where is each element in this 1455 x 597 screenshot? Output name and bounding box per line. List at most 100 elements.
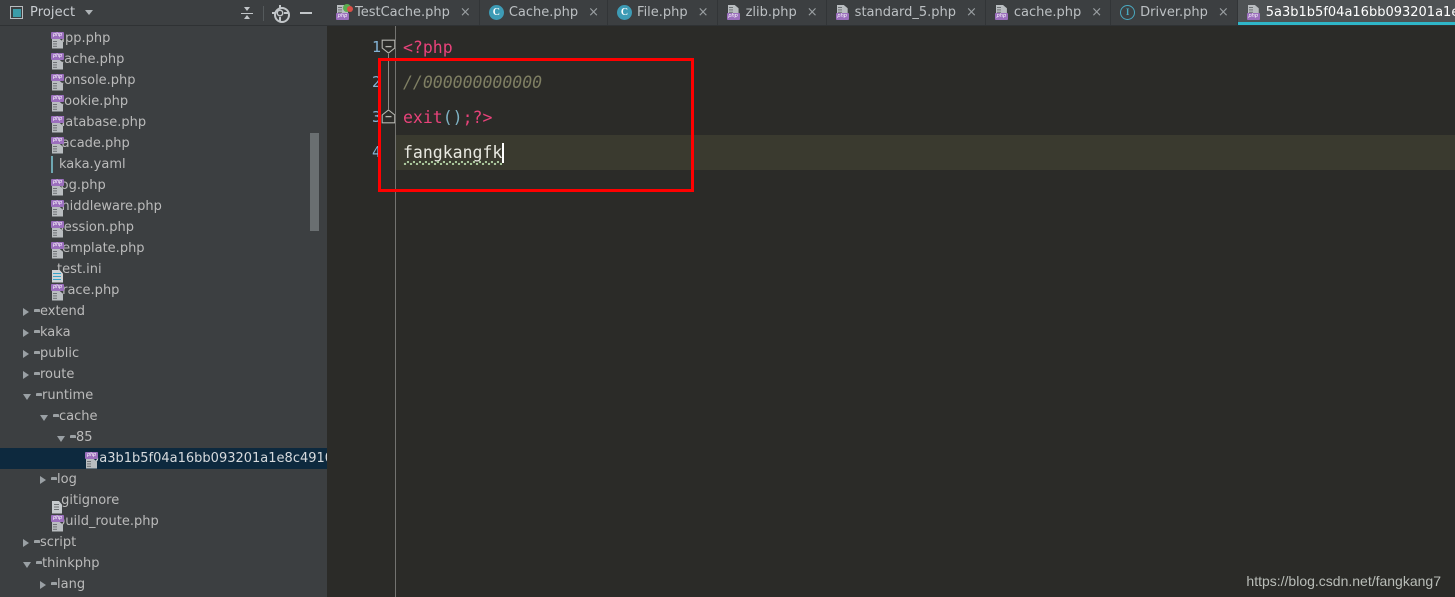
watermark-text: https://blog.csdn.net/fangkang7 bbox=[1246, 573, 1441, 589]
code-line[interactable]: //000000000000 bbox=[395, 65, 1455, 100]
php-class-icon: C bbox=[617, 5, 633, 20]
tree-item-label: middleware.php bbox=[57, 199, 162, 214]
editor-tab[interactable]: C Cache.php × bbox=[480, 0, 609, 25]
yaml-file-icon bbox=[51, 156, 53, 173]
tree-item-label: 5a3b1b5f04a16bb093201a1e8c4910. bbox=[91, 451, 327, 466]
tree-item-label: session.php bbox=[57, 220, 134, 235]
code-content-area[interactable]: <?php //000000000000 exit() ;?> fangkangfk bbox=[395, 26, 1455, 597]
tree-item-label: thinkphp bbox=[42, 556, 100, 571]
fold-start-icon[interactable] bbox=[381, 39, 396, 54]
close-icon[interactable]: × bbox=[460, 6, 471, 19]
gear-icon bbox=[272, 5, 290, 23]
chevron-right-icon[interactable] bbox=[23, 370, 29, 379]
chevron-down-icon[interactable] bbox=[40, 414, 48, 421]
php-file-icon: php bbox=[1246, 5, 1261, 20]
tree-row[interactable]: public bbox=[0, 343, 327, 364]
tree-item-label: cache bbox=[59, 409, 98, 424]
tree-row[interactable]: php facade.php bbox=[0, 133, 327, 154]
project-panel-scrollbar[interactable] bbox=[310, 133, 319, 231]
tree-row[interactable]: .gitignore bbox=[0, 490, 327, 514]
editor-tab[interactable]: C File.php × bbox=[608, 0, 718, 25]
chevron-right-icon[interactable] bbox=[23, 538, 29, 547]
close-icon[interactable]: × bbox=[1218, 6, 1229, 19]
collapse-all-button[interactable] bbox=[234, 0, 260, 26]
tree-item-label: kaka bbox=[40, 325, 71, 340]
settings-button[interactable] bbox=[267, 0, 293, 26]
code-line[interactable]: exit() ;?> bbox=[395, 100, 1455, 135]
editor-tab[interactable]: php zlib.php × bbox=[718, 0, 827, 25]
project-file-tree[interactable]: php app.php php cache.php php console.php php c… bbox=[0, 26, 327, 597]
tree-row[interactable]: php build_route.php bbox=[0, 511, 327, 532]
tree-item-label: database.php bbox=[57, 115, 147, 130]
tree-item-label: facade.php bbox=[57, 136, 130, 151]
code-token-cmt: //000000000000 bbox=[403, 73, 543, 92]
tree-row[interactable]: extend bbox=[0, 301, 327, 322]
code-editor[interactable]: 1 2 3 4 <?php //000000000000 exit() ;?> fangkan… bbox=[327, 26, 1455, 597]
code-token-kw: exit bbox=[403, 108, 443, 127]
tree-row[interactable]: php trace.php bbox=[0, 280, 327, 301]
php-interface-icon: I bbox=[1120, 5, 1136, 20]
tree-row[interactable]: php template.php bbox=[0, 238, 327, 259]
tree-row[interactable]: lang bbox=[0, 574, 327, 595]
project-panel-title-group[interactable]: Project bbox=[0, 5, 94, 20]
tree-item-label: test.ini bbox=[57, 262, 102, 277]
fold-end-icon[interactable] bbox=[381, 109, 396, 124]
close-icon[interactable]: × bbox=[1091, 6, 1102, 19]
editor-tab-label: cache.php bbox=[1013, 5, 1082, 20]
tree-row[interactable]: php log.php bbox=[0, 175, 327, 196]
tree-row[interactable]: log bbox=[0, 469, 327, 490]
hide-panel-button[interactable] bbox=[293, 0, 319, 26]
editor-tab[interactable]: php TestCache.php × bbox=[327, 0, 480, 25]
php-file-icon: php bbox=[994, 5, 1009, 20]
tree-row[interactable]: kaka bbox=[0, 322, 327, 343]
project-panel-toolbar bbox=[234, 0, 319, 26]
code-line[interactable]: fangkangfk bbox=[395, 135, 1455, 170]
editor-tab-label: 5a3b1b5f04a16bb093201a1e8c4910.php bbox=[1265, 5, 1455, 20]
tree-item-label: cookie.php bbox=[57, 94, 129, 109]
tree-row[interactable]: php cookie.php bbox=[0, 91, 327, 112]
chevron-down-icon[interactable] bbox=[23, 393, 31, 400]
chevron-right-icon[interactable] bbox=[23, 307, 29, 316]
chevron-down-icon[interactable] bbox=[23, 561, 31, 568]
tree-item-label: log bbox=[57, 472, 77, 487]
code-token-paren: () bbox=[442, 108, 463, 127]
tree-row[interactable]: php middleware.php bbox=[0, 196, 327, 217]
chevron-down-icon[interactable] bbox=[57, 435, 65, 442]
chevron-down-icon[interactable] bbox=[85, 10, 94, 15]
tree-item-label: lang bbox=[57, 577, 86, 592]
minimize-icon bbox=[300, 12, 312, 14]
tree-row[interactable]: test.ini bbox=[0, 259, 327, 283]
editor-tab-bar[interactable]: php TestCache.php × C Cache.php × C File.php × ph… bbox=[327, 0, 1455, 26]
editor-tab-active[interactable]: php5a3b1b5f04a16bb093201a1e8c4910.php× bbox=[1237, 0, 1455, 25]
editor-gutter[interactable]: 1 2 3 4 bbox=[327, 26, 396, 597]
chevron-right-icon[interactable] bbox=[23, 349, 29, 358]
editor-tab[interactable]: php standard_5.php × bbox=[827, 0, 986, 25]
chevron-right-icon[interactable] bbox=[40, 475, 46, 484]
tree-row[interactable]: cache bbox=[0, 406, 327, 427]
tree-row[interactable]: 85 bbox=[0, 427, 327, 448]
close-icon[interactable]: × bbox=[698, 6, 709, 19]
tree-row[interactable]: route bbox=[0, 364, 327, 385]
tree-row[interactable]: script bbox=[0, 532, 327, 553]
code-line[interactable]: <?php bbox=[395, 30, 1455, 65]
close-icon[interactable]: × bbox=[588, 6, 599, 19]
tree-row-selected[interactable]: php 5a3b1b5f04a16bb093201a1e8c4910. bbox=[0, 448, 327, 469]
tree-row[interactable]: php database.php bbox=[0, 112, 327, 133]
tree-row[interactable]: php app.php bbox=[0, 28, 327, 49]
editor-tab-label: Driver.php bbox=[1140, 5, 1208, 20]
close-icon[interactable]: × bbox=[966, 6, 977, 19]
tree-row[interactable]: php cache.php bbox=[0, 49, 327, 70]
tree-row[interactable]: php session.php bbox=[0, 217, 327, 238]
editor-tab[interactable]: I Driver.php × bbox=[1111, 0, 1238, 25]
close-icon[interactable]: × bbox=[807, 6, 818, 19]
tree-row[interactable]: thinkphp bbox=[0, 553, 327, 574]
tree-row[interactable]: kaka.yaml bbox=[0, 154, 327, 175]
tree-row[interactable]: php console.php bbox=[0, 70, 327, 91]
tree-item-label: trace.php bbox=[57, 283, 120, 298]
line-number: 1 bbox=[371, 38, 381, 56]
chevron-right-icon[interactable] bbox=[23, 328, 29, 337]
php-test-file-icon: php bbox=[336, 4, 353, 20]
editor-tab[interactable]: php cache.php × bbox=[986, 0, 1112, 25]
chevron-right-icon[interactable] bbox=[40, 580, 46, 589]
tree-row[interactable]: runtime bbox=[0, 385, 327, 406]
